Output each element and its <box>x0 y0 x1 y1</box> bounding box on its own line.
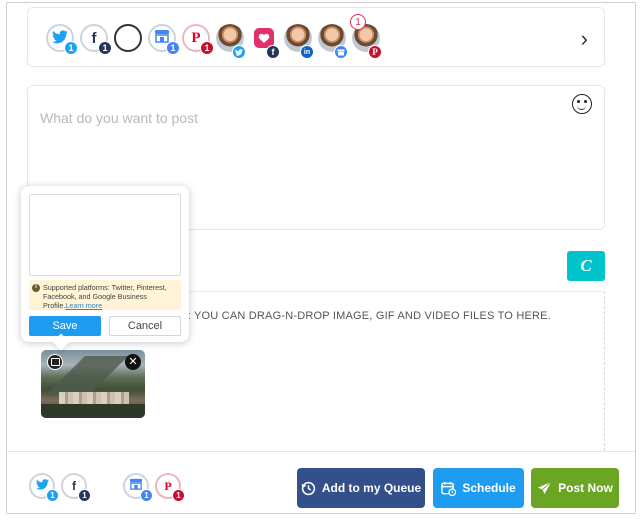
schedule-label: Schedule <box>462 481 516 495</box>
facebook-icon: f <box>72 479 76 493</box>
footer-twitter-account[interactable]: 1 <box>29 473 59 502</box>
emoji-icon[interactable] <box>572 94 592 114</box>
add-to-queue-button[interactable]: Add to my Queue <box>297 468 425 508</box>
thumbnail-lake <box>41 404 145 418</box>
drop-zone-hint: AR: YOU CAN DRAG-N-DROP IMAGE, GIF AND V… <box>172 310 551 322</box>
account-badge: 1 <box>98 41 112 55</box>
footer-facebook-account[interactable]: f 1 <box>61 473 91 502</box>
canva-button[interactable]: C <box>567 251 605 281</box>
queue-label: Add to my Queue <box>321 481 422 495</box>
notice-text: Supported platforms: Twitter, Pinterest,… <box>43 283 167 310</box>
twitter-account[interactable]: 1 <box>46 24 78 55</box>
google-business-account[interactable]: 1 <box>148 24 180 55</box>
post-now-button[interactable]: Post Now <box>531 468 619 508</box>
empty-account[interactable] <box>114 24 142 52</box>
chevron-right-icon[interactable]: › <box>581 28 588 50</box>
schedule-button[interactable]: Schedule <box>433 468 524 508</box>
supported-platforms-notice: i Supported platforms: Twitter, Pinteres… <box>29 280 181 310</box>
pinterest-icon: P <box>368 45 382 59</box>
calendar-clock-icon <box>441 481 457 496</box>
footer-google-business-account[interactable]: 1 <box>123 473 153 502</box>
media-thumbnail[interactable]: ✕ <box>41 350 145 418</box>
send-icon <box>538 481 552 494</box>
footer-pinterest-account[interactable]: P 1 <box>155 473 185 502</box>
post-now-label: Post Now <box>558 481 613 495</box>
pinterest-icon: P <box>191 29 201 46</box>
remove-media-icon[interactable]: ✕ <box>125 354 141 370</box>
account-badge: 1 <box>46 489 59 502</box>
account-selector-bar: 1 f 1 1 P 1 f in 1 P › <box>27 7 605 67</box>
facebook-icon: f <box>266 45 280 59</box>
account-badge: 1 <box>78 489 91 502</box>
post-composer-window: 1 f 1 1 P 1 f in 1 P › What do you want … <box>6 2 636 514</box>
google-business-icon <box>334 45 348 59</box>
facebook-account[interactable]: f 1 <box>80 24 112 55</box>
learn-more-link[interactable]: Learn more <box>65 301 102 310</box>
save-button[interactable]: Save <box>29 316 101 336</box>
facebook-icon: f <box>91 29 97 47</box>
info-icon: i <box>32 284 40 292</box>
account-badge: 1 <box>200 41 214 55</box>
cancel-button[interactable]: Cancel <box>109 316 181 336</box>
pinterest-account[interactable]: P 1 <box>182 24 214 55</box>
account-badge: 1 <box>166 41 180 55</box>
selected-count-badge: 1 <box>350 14 366 30</box>
account-badge: 1 <box>64 41 78 55</box>
alt-text-input[interactable] <box>29 194 181 276</box>
composer-footer: 1 f 1 1 P 1 Add to my Queue Schedule Pos… <box>7 451 635 513</box>
pinterest-icon: P <box>164 479 172 493</box>
post-text-input[interactable] <box>40 110 500 126</box>
twitter-icon <box>232 45 246 59</box>
queue-clock-icon <box>301 481 315 495</box>
linkedin-icon: in <box>300 45 314 59</box>
account-badge: 1 <box>140 489 153 502</box>
canva-icon: C <box>580 256 592 275</box>
account-badge: 1 <box>172 489 185 502</box>
alt-text-edit-icon[interactable] <box>47 354 63 370</box>
alt-text-popup: i Supported platforms: Twitter, Pinteres… <box>21 186 189 342</box>
